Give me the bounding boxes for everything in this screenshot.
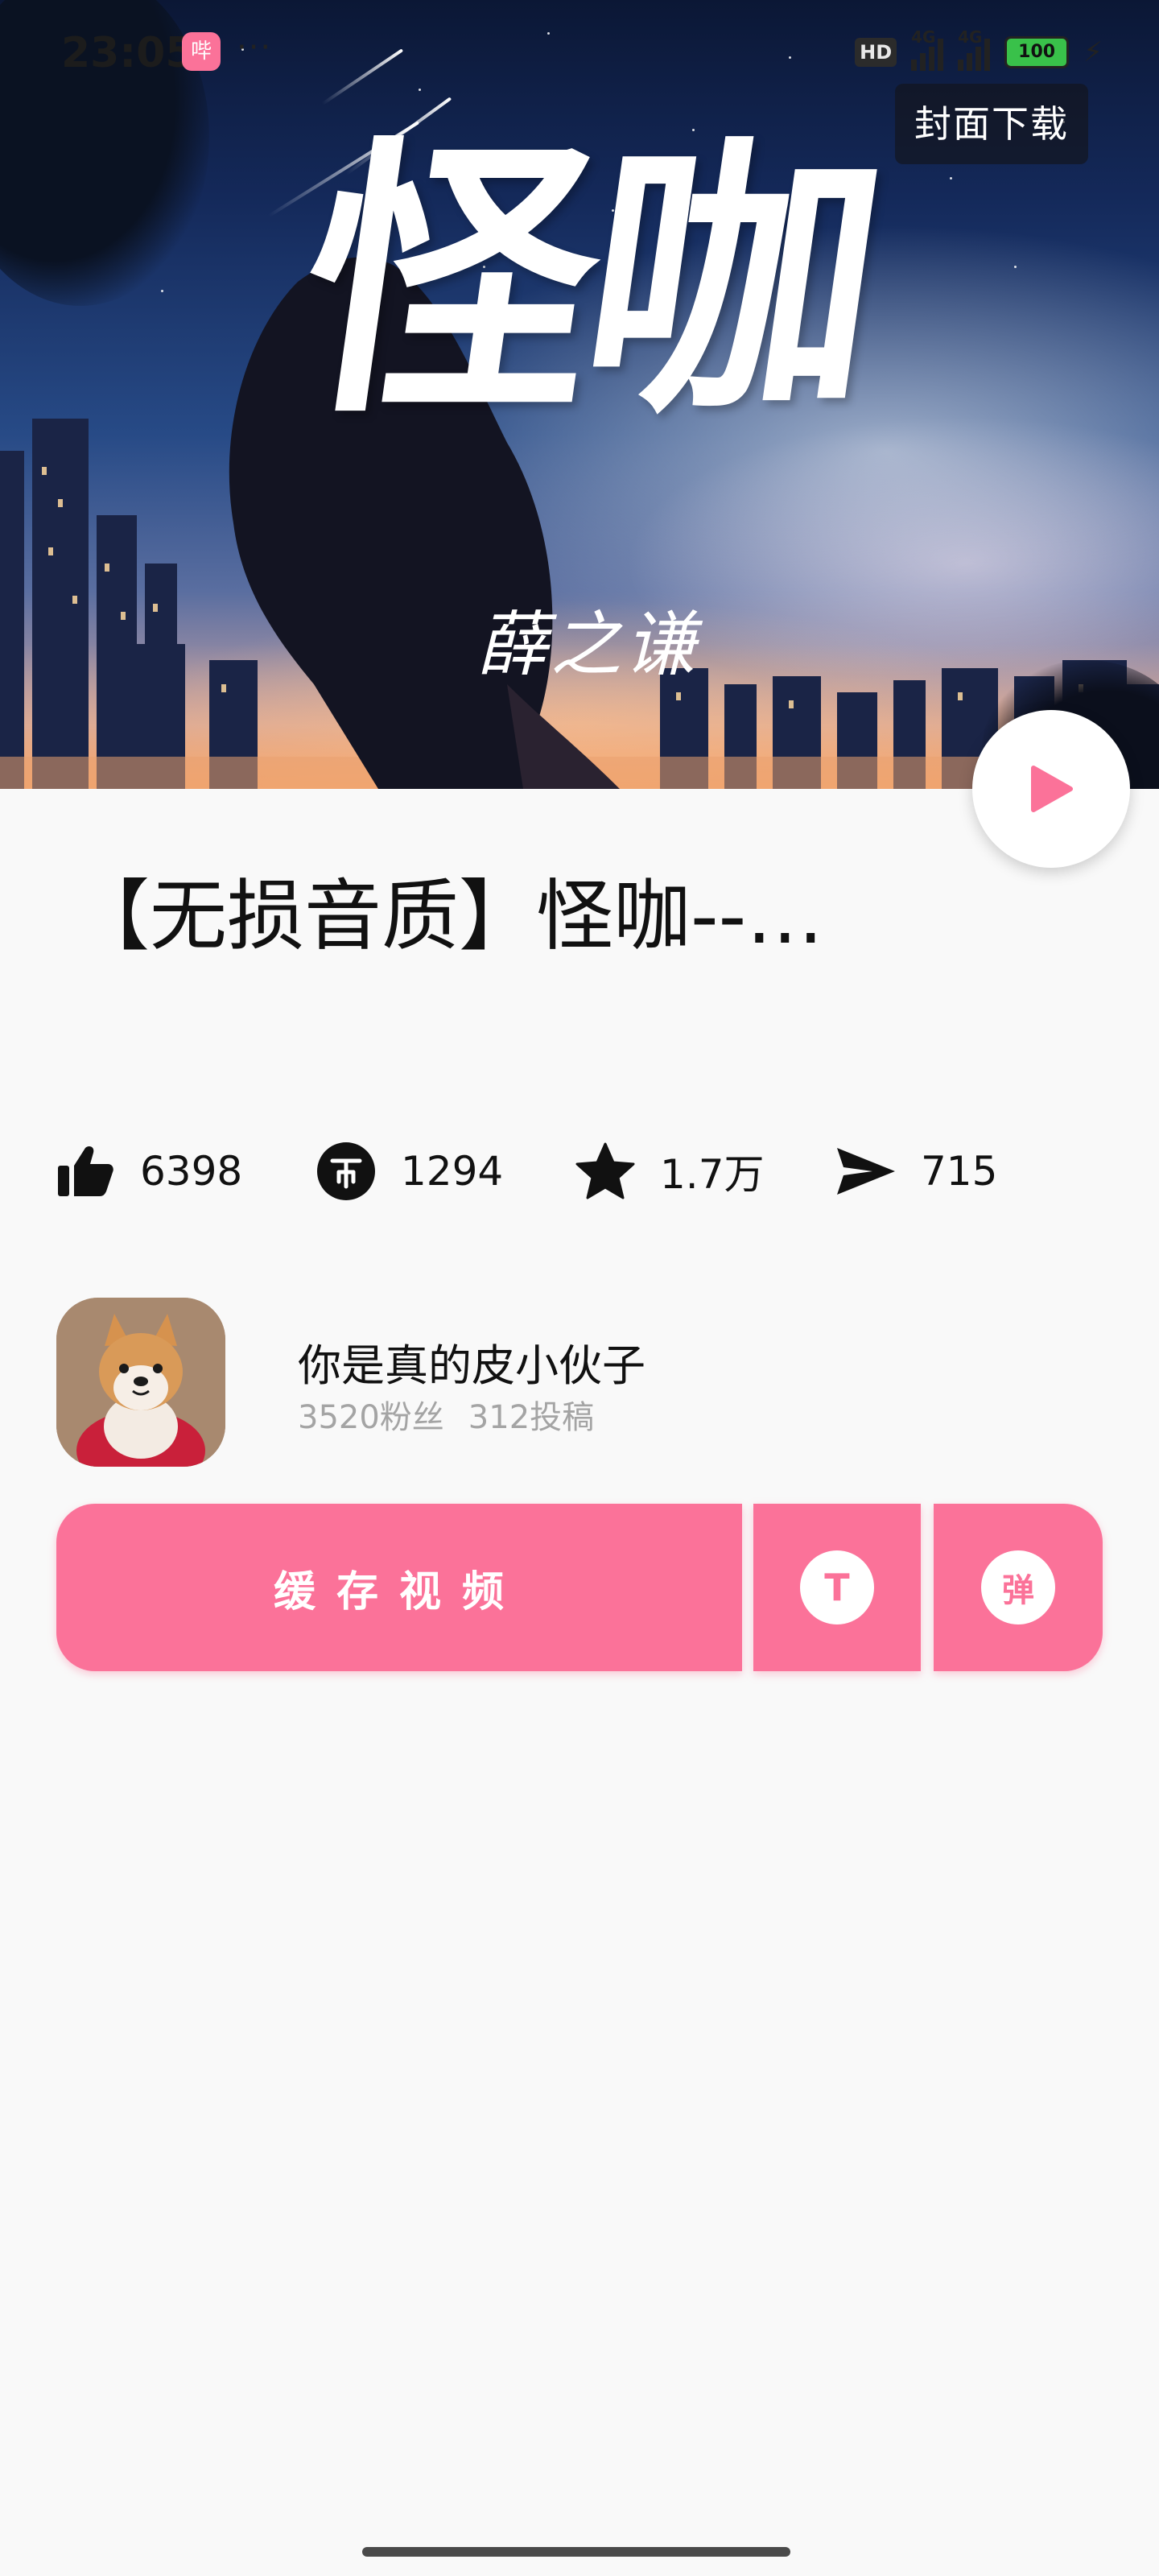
cache-video-label: 缓存视频 — [273, 1567, 525, 1616]
like-stat[interactable]: 6398 — [55, 1135, 242, 1208]
coin-icon — [316, 1141, 377, 1202]
favorite-stat[interactable]: 1.7万 — [575, 1135, 765, 1208]
uploader-fans-count: 3520粉丝 — [298, 1399, 444, 1436]
danmaku-icon: 弹 — [981, 1550, 1055, 1624]
video-title: 【无损音质】怪咖--… — [72, 871, 824, 961]
star-icon — [575, 1141, 636, 1202]
home-indicator[interactable] — [362, 2547, 790, 2557]
shiba-dog-avatar-image — [56, 1298, 225, 1467]
uploader-avatar[interactable] — [56, 1298, 225, 1467]
like-count: 6398 — [140, 1148, 243, 1195]
battery-icon: 100 — [1004, 36, 1070, 68]
thumbs-up-icon — [55, 1141, 116, 1202]
share-count: 715 — [921, 1148, 998, 1195]
uploader-name[interactable]: 你是真的皮小伙子 — [298, 1330, 645, 1393]
cover-title: 怪咖 — [282, 111, 893, 452]
play-icon — [1031, 766, 1073, 812]
more-notifications-icon: ··· — [237, 29, 273, 66]
danmaku-button[interactable]: 弹 — [934, 1504, 1103, 1671]
cache-video-button[interactable]: 缓存视频 — [56, 1504, 742, 1671]
cover-subtitle: 薛之谦 — [476, 603, 699, 686]
favorite-count: 1.7万 — [660, 1151, 765, 1198]
status-indicators: HD 4G 4G 100 ⚡ — [855, 27, 1103, 71]
text-t-icon: T — [800, 1550, 874, 1624]
signal-strength-icon-2: 4G — [958, 27, 991, 71]
network-type-label: 4G — [911, 27, 936, 47]
hd-voice-icon: HD — [855, 38, 897, 67]
coin-text-button[interactable]: T — [753, 1504, 921, 1671]
uploader-meta: 3520粉丝 312投稿 — [298, 1391, 594, 1438]
share-stat[interactable]: 715 — [835, 1135, 997, 1208]
charging-bolt-icon: ⚡ — [1083, 36, 1103, 68]
status-bar: 23:05 哔 ··· HD 4G 4G 100 ⚡ — [0, 0, 1159, 105]
cover-image: 怪咖 薛之谦 封面下载 — [0, 0, 1159, 789]
stats-row: 6398 1294 1.7万 715 — [55, 1135, 1101, 1208]
coin-count: 1294 — [401, 1148, 504, 1195]
action-bar: 缓存视频 T 弹 — [56, 1504, 1103, 1671]
coin-stat[interactable]: 1294 — [316, 1135, 503, 1208]
play-button[interactable] — [972, 710, 1130, 868]
share-send-icon — [835, 1141, 897, 1202]
bilibili-app-icon: 哔 — [182, 32, 221, 71]
network-type-label: 4G — [958, 27, 983, 47]
uploader-post-count: 312投稿 — [468, 1399, 595, 1436]
signal-strength-icon-1: 4G — [911, 27, 944, 71]
status-time: 23:05 — [61, 29, 195, 77]
